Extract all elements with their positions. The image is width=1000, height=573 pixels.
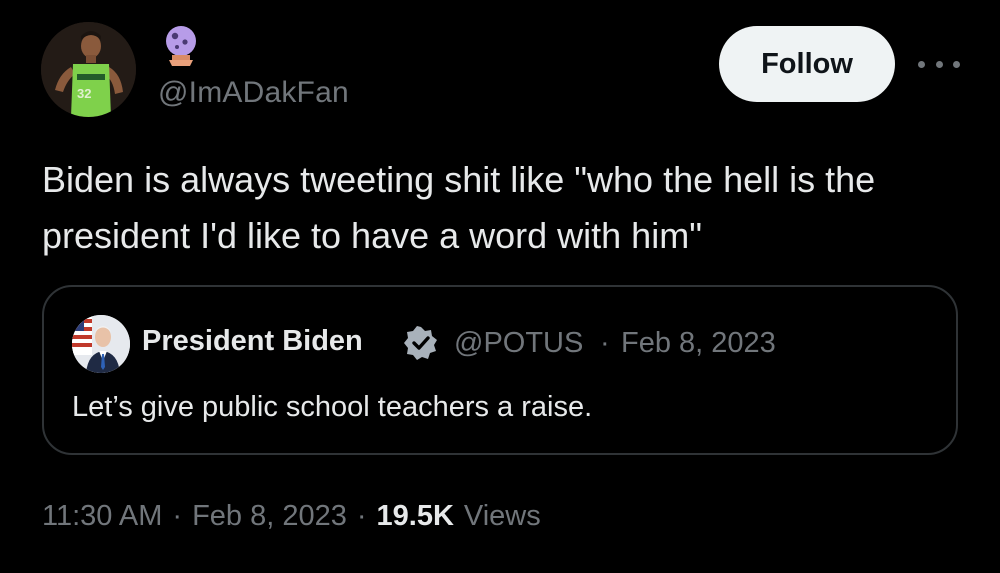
quoted-author-handle[interactable]: @POTUS — [454, 327, 583, 360]
views-count[interactable]: 19.5K — [377, 500, 454, 533]
crystal-ball-icon — [163, 24, 199, 68]
tweet-text: Biden is always tweeting shit like "who … — [42, 159, 876, 256]
views-label: Views — [463, 500, 541, 532]
more-dot — [953, 60, 960, 68]
follow-button[interactable]: Follow — [719, 26, 895, 102]
quoted-separator: · — [600, 327, 610, 359]
meta-separator: · — [172, 500, 183, 532]
author-handle[interactable]: @ImADakFan — [158, 76, 349, 110]
quoted-author-name[interactable]: President Biden — [142, 325, 363, 358]
more-dot — [918, 60, 925, 68]
tweet-meta: 11:30 AM · Feb 8, 2023 · 19.5K Views — [42, 500, 541, 533]
more-options-icon[interactable] — [918, 50, 960, 78]
svg-text:32: 32 — [77, 86, 91, 101]
meta-separator: · — [356, 500, 367, 532]
tweet-time[interactable]: 11:30 AM — [42, 500, 162, 533]
verified-badge-icon — [403, 325, 439, 361]
quoted-tweet-text: Let’s give public school teachers a rais… — [72, 391, 593, 423]
tweet-date[interactable]: Feb 8, 2023 — [192, 500, 347, 533]
author-avatar[interactable]: 32 — [41, 22, 136, 117]
tweet: 32 @ImADakFan Follow Biden is always twe… — [0, 0, 1000, 573]
more-dot — [935, 60, 943, 68]
quoted-author-avatar[interactable] — [72, 315, 130, 373]
quoted-tweet-card[interactable]: President Biden @POTUS · Feb 8, 2023 Let… — [42, 285, 958, 455]
quoted-date[interactable]: Feb 8, 2023 — [621, 327, 776, 360]
